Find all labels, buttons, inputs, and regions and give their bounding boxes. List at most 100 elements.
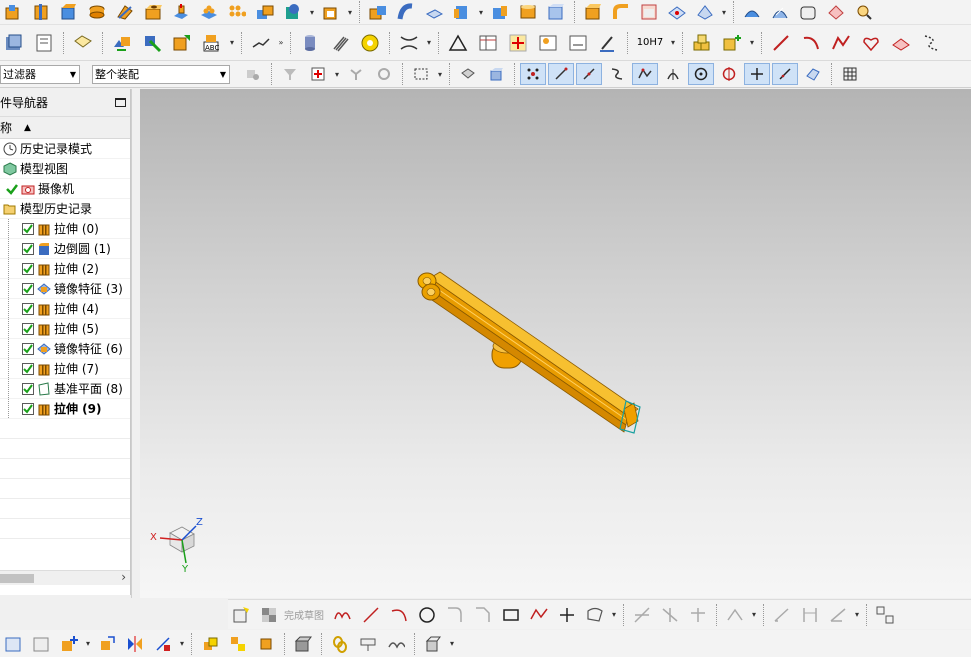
sketch-layout-icon[interactable] [872,604,898,626]
line-curve-icon[interactable] [767,28,795,58]
show-degrees-icon[interactable] [253,633,279,655]
face-snap-icon[interactable] [800,63,826,85]
block-tool-icon[interactable] [56,1,82,23]
dimension-icon[interactable] [797,604,823,626]
draft-tool-icon[interactable] [487,1,513,23]
gear-icon[interactable] [356,28,384,58]
panel-splitter[interactable] [131,89,140,598]
tree-row[interactable]: 模型视图 [0,159,130,179]
horizontal-scrollbar[interactable]: › [0,570,130,585]
tree-row[interactable]: 基准平面 (8) [0,379,130,399]
trim-body-icon[interactable] [365,1,391,23]
offset-face-icon[interactable] [449,1,475,23]
blend-tool-icon[interactable] [608,1,634,23]
mirror-assembly-icon[interactable] [122,633,148,655]
sketch-point-icon[interactable] [554,604,580,626]
add-existing-icon[interactable] [56,633,82,655]
make-corner-icon[interactable] [685,604,711,626]
pattern-tool-icon[interactable] [196,1,222,23]
rectangle-select-icon[interactable] [408,63,434,85]
control-point-snap-icon[interactable] [632,63,658,85]
tree-row[interactable]: 边倒圆 (1) [0,239,130,259]
thicken-tool-icon[interactable] [421,1,447,23]
assembly-constraint-icon[interactable] [225,633,251,655]
dropdown-arrow[interactable]: ▾ [477,8,485,17]
type-filter-select[interactable]: 过滤器 ▼ [0,64,80,84]
visibility-checkbox[interactable] [22,302,34,315]
assembly-grid-icon[interactable] [0,633,26,655]
cylinder-gray-icon[interactable] [296,28,324,58]
unite-tool-icon[interactable] [252,1,278,23]
finish-sketch-button[interactable]: 完成草图 [284,607,324,622]
visibility-checkbox[interactable] [22,322,34,335]
dropdown-arrow[interactable]: ▾ [436,70,444,79]
parts-add-icon[interactable] [718,28,746,58]
auto-constrain-icon[interactable] [825,604,851,626]
endpoint-snap-icon[interactable] [548,63,574,85]
shell-tool-icon[interactable] [318,1,344,23]
mesh-surface-icon[interactable] [795,1,821,23]
dropdown-arrow[interactable]: ▾ [84,639,92,648]
spring-icon[interactable] [326,28,354,58]
arc-curve-icon[interactable] [797,28,825,58]
assembly-image-icon[interactable] [28,633,54,655]
sketch-offset-icon[interactable] [582,604,608,626]
dropdown-arrow[interactable]: ▾ [750,610,758,619]
tree-row[interactable]: 镜像特征 (6) [0,339,130,359]
point-snap-icon[interactable] [744,63,770,85]
part-list-icon[interactable] [30,28,58,58]
dropdown-arrow[interactable]: ▾ [333,70,341,79]
dropdown-arrow[interactable]: ▾ [448,639,456,648]
chamfer-tool-icon[interactable] [580,1,606,23]
quick-extend-icon[interactable] [657,604,683,626]
quick-trim-icon[interactable] [629,604,655,626]
select-mode-icon[interactable] [305,63,331,85]
tree-row[interactable]: 拉伸 (7) [0,359,130,379]
dropdown-arrow[interactable]: ▾ [720,8,728,17]
add-component-icon[interactable] [108,28,136,58]
filter-settings-icon[interactable] [240,63,266,85]
revolve-tool-icon[interactable] [28,1,54,23]
navigator-column-header[interactable]: 称 ▲ [0,117,130,139]
quadrant-snap-icon[interactable] [716,63,742,85]
constraint-icon[interactable] [138,28,166,58]
finish-sketch-flag-icon[interactable] [256,604,282,626]
face-shape-icon[interactable] [664,1,690,23]
hole-tool-icon[interactable] [140,1,166,23]
tree-row[interactable]: 拉伸 (9) [0,399,130,419]
tree-row[interactable]: 模型历史记录 [0,199,130,219]
sketch-transform-icon[interactable] [722,604,748,626]
analysis-icon[interactable] [851,1,877,23]
tree-row[interactable]: 历史记录模式 [0,139,130,159]
check-icon[interactable] [4,181,20,197]
dropdown-arrow[interactable]: ▾ [748,38,756,47]
dropdown-arrow[interactable]: ▾ [669,38,677,47]
snap-gray-icon[interactable] [343,63,369,85]
assembly-sequence-icon[interactable] [420,633,446,655]
on-curve-snap-icon[interactable] [772,63,798,85]
sketch-arc-icon[interactable] [386,604,412,626]
sketch-chamfer-icon[interactable] [470,604,496,626]
tree-row[interactable]: 摄像机 [0,179,130,199]
tree-row[interactable]: 镜像特征 (3) [0,279,130,299]
curve-surface-icon[interactable] [887,28,915,58]
reposition-icon[interactable] [94,633,120,655]
extrude-tool-icon[interactable] [0,1,26,23]
sketch-circle-icon[interactable] [414,604,440,626]
triangle-icon[interactable] [444,28,472,58]
pad-tool-icon[interactable] [168,1,194,23]
visibility-checkbox[interactable] [22,242,34,255]
sketch-polyline-icon[interactable] [526,604,552,626]
dropdown-arrow[interactable]: ▾ [610,610,618,619]
free-form-icon[interactable] [692,1,718,23]
body-select-icon[interactable] [483,63,509,85]
maximize-icon[interactable] [115,98,126,107]
fit-tolerance-button[interactable]: 10H7 [633,28,667,58]
cylinder-tool-icon[interactable] [84,1,110,23]
dropdown-arrow[interactable]: ▾ [178,639,186,648]
visibility-checkbox[interactable] [22,382,34,395]
array-tool-icon[interactable] [224,1,250,23]
sketch-fillet-icon[interactable] [442,604,468,626]
dropdown-arrow[interactable]: ▾ [308,8,316,17]
layer-stack-icon[interactable] [0,28,28,58]
